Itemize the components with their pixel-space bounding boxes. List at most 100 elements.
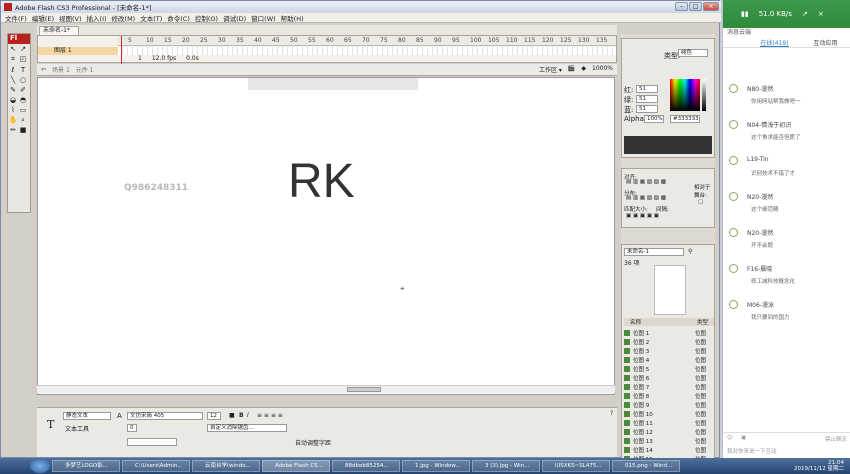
relative-to-stage-button[interactable]: ▢ [698,199,703,205]
subselection-tool-icon[interactable]: ↗ [18,44,28,54]
workspace-menu[interactable]: 工作区 ▾ [539,65,562,74]
auto-kern-checkbox[interactable]: 自动调整字距 [295,438,331,447]
ink-bottle-icon[interactable]: ◒ [8,95,18,105]
menu-control[interactable]: 控制(O) [195,13,218,23]
library-item[interactable]: 位图 5 位图 [624,364,714,373]
hex-input[interactable]: #333333 [670,115,700,123]
menu-edit[interactable]: 编辑(E) [32,13,54,23]
align-buttons[interactable]: ≡ ≡ ≡ ≡ [257,412,283,419]
layer-row[interactable]: 图层 1 [38,47,118,55]
eyedropper-icon[interactable]: ⌇ [8,105,18,115]
library-document-select[interactable]: 未命名-1 [624,248,684,256]
library-item[interactable]: 位图 1 位图 [624,328,714,337]
library-item[interactable]: 位图 14 位图 [624,445,714,454]
text-color-icon[interactable]: ■ [229,412,235,419]
library-col-name[interactable]: 名称 [630,318,641,326]
library-item[interactable]: 位图 10 位图 [624,409,714,418]
menu-modify[interactable]: 修改(M) [112,13,136,23]
menu-help[interactable]: 帮助(H) [281,13,304,23]
link-input[interactable] [127,438,177,446]
help-icon[interactable]: ? [610,410,613,417]
library-item[interactable]: 位图 8 位图 [624,391,714,400]
frame-cells[interactable] [118,47,616,55]
free-transform-icon[interactable]: ⌗ [8,55,18,65]
align-buttons-row[interactable]: ▤ ▥ ▦ ▧ ▨ ▩ [626,179,666,185]
brush-tool-icon[interactable]: ✐ [18,85,28,95]
library-item[interactable]: 位图 13 位图 [624,436,714,445]
maximize-button[interactable]: □ [689,2,702,11]
letter-spacing-input[interactable]: 0 [127,424,137,432]
close-chat-icon[interactable]: × [818,10,824,18]
image-icon[interactable]: ▣ [741,435,746,441]
alpha-input[interactable]: 100% [644,115,664,123]
forbid-chat[interactable]: 禁止聊天 [825,435,847,443]
text-type-select[interactable]: 静态文本 [63,412,111,420]
color-type-select[interactable]: 纯色 [678,49,708,57]
taskbar-item[interactable]: C:\Users\Admin... [122,460,190,472]
eraser-icon[interactable]: ▭ [18,105,28,115]
taskbar-item[interactable]: 云南台学(windo... [192,460,260,472]
anti-alias-select[interactable]: 自定义消除锯齿... [207,424,287,432]
stroke-color-icon[interactable]: ✏ [8,125,18,135]
brightness-slider[interactable] [702,79,706,111]
font-size-input[interactable]: 12 [207,412,221,420]
library-item[interactable]: 位图 7 位图 [624,382,714,391]
chat-input-area[interactable]: ☺ ▣ 禁止聊天 我对你来说一下互动 [723,432,850,458]
taskbar-item[interactable]: 3 (3).jpg - Win... [472,460,540,472]
color-spectrum[interactable] [670,79,700,111]
fill-transform-icon[interactable]: ◰ [18,54,28,64]
tab-online[interactable]: 在线(419) [760,38,789,47]
scrollbar-thumb[interactable] [347,387,381,392]
paint-bucket-icon[interactable]: ◓ [18,95,28,105]
close-button[interactable]: × [703,2,719,11]
blue-input[interactable]: 51 [636,105,658,113]
menu-window[interactable]: 窗口(W) [251,13,276,23]
bold-button[interactable]: B [239,412,244,419]
edit-scene-icon[interactable]: 🎬 [568,65,575,74]
font-select[interactable]: 文仿宋简 405 [127,412,203,420]
tab-apps[interactable]: 互动应用 [813,38,837,47]
stage[interactable]: Q986248311 RK ⌖ [37,77,615,395]
library-pin-icon[interactable]: ⚲ [688,248,692,255]
emoji-icon[interactable]: ☺ [727,435,733,441]
selection-tool-icon[interactable]: ↖ [8,44,18,54]
zoom-select[interactable]: 1000% [592,65,613,74]
library-item[interactable]: 位图 3 位图 [624,346,714,355]
library-item[interactable]: 位图 6 位图 [624,373,714,382]
pencil-tool-icon[interactable]: ✎ [8,85,18,95]
share-icon[interactable]: ↗ [802,10,808,18]
fill-color-icon[interactable]: ■ [18,125,28,135]
green-input[interactable]: 51 [636,95,658,103]
edit-symbol-icon[interactable]: ◆ [581,65,586,74]
zoom-tool-icon[interactable]: ⌕ [18,115,28,125]
oval-tool-icon[interactable]: ○ [18,75,28,85]
menu-insert[interactable]: 插入(I) [87,13,107,23]
menu-commands[interactable]: 命令(C) [167,13,190,23]
italic-button[interactable]: I [247,412,249,419]
red-input[interactable]: 51 [636,85,658,93]
minimize-button[interactable]: – [675,2,688,11]
tab-document[interactable]: 未命名-1* [39,26,79,35]
match-size-buttons[interactable]: ▣ ▣ ▣ ▣ ▣ [626,213,659,219]
menu-debug[interactable]: 调试(D) [223,13,246,23]
taskbar-item[interactable]: l(ISXKS~SL475... [542,460,610,472]
library-col-type[interactable]: 类型 [697,318,708,326]
library-item[interactable]: 位图 11 位图 [624,418,714,427]
library-item[interactable]: 位图 9 位图 [624,400,714,409]
stage-horizontal-scrollbar[interactable] [37,385,615,393]
menu-text[interactable]: 文本(T) [140,13,162,23]
hand-tool-icon[interactable]: ✋ [8,115,18,125]
library-item[interactable]: 位图 4 位图 [624,355,714,364]
back-arrow-icon[interactable]: ⇦ [41,66,46,73]
lasso-tool-icon[interactable]: ℓ [8,65,18,75]
library-item[interactable]: 位图 2 位图 [624,337,714,346]
taskbar-item[interactable]: 88dbeb85254... [332,460,400,472]
taskbar-item[interactable]: Adobe Flash CS... [262,460,330,472]
rk-text-object[interactable]: RK [288,154,355,209]
scene-link[interactable]: 场景 1 [52,65,70,74]
menu-file[interactable]: 文件(F) [5,13,27,23]
start-button[interactable] [30,459,50,473]
distribute-buttons-row[interactable]: ▤ ▥ ▦ ▧ ▨ ▩ [626,195,666,201]
taskbar-item[interactable]: 多梦艺LOGO影... [52,460,120,472]
element-link[interactable]: 元件 1 [76,65,94,74]
